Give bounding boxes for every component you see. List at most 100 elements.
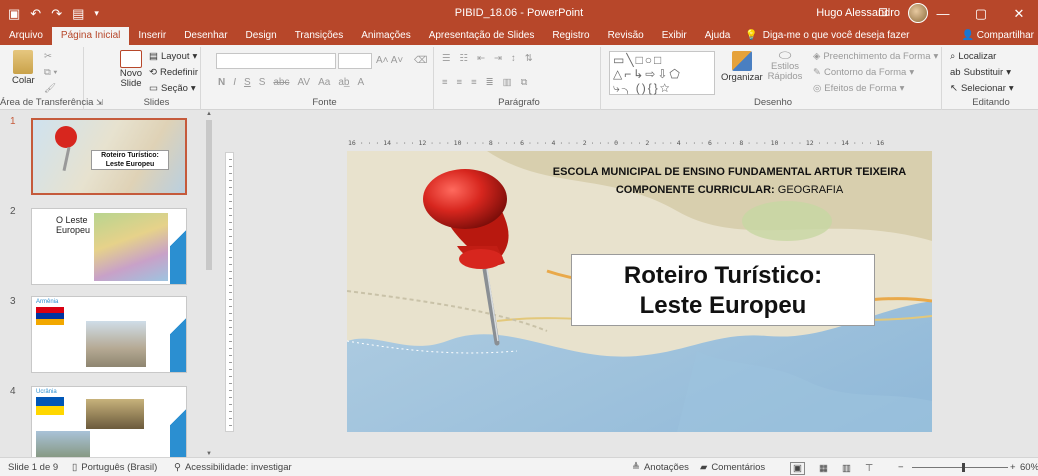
save-icon[interactable]: ▣ <box>8 7 20 20</box>
maximize-button[interactable]: ▢ <box>962 0 1000 27</box>
change-case-button[interactable]: Aa <box>318 77 330 88</box>
font-size-field[interactable] <box>338 53 372 69</box>
arrange-button[interactable]: Organizar <box>721 51 763 83</box>
section-button[interactable]: ▭ Seção ▾ <box>149 83 196 94</box>
main-slide-canvas[interactable]: ESCOLA MUNICIPAL DE ENSINO FUNDAMENTAL A… <box>347 151 932 432</box>
align-left-icon[interactable]: ≡ <box>442 77 448 88</box>
tab-inserir[interactable]: Inserir <box>129 27 175 45</box>
tab-registro[interactable]: Registro <box>543 27 598 45</box>
section-icon: ▭ <box>149 83 158 94</box>
tab-desenhar[interactable]: Desenhar <box>175 27 236 45</box>
zoom-out-icon[interactable]: − <box>898 462 904 473</box>
ribbon-display-options-icon[interactable]: ⊡ <box>878 5 888 19</box>
tab-revisao[interactable]: Revisão <box>599 27 653 45</box>
minimize-button[interactable]: — <box>924 0 962 27</box>
layout-button[interactable]: ▤ Layout ▾ <box>149 51 197 62</box>
undo-icon[interactable]: ↶ <box>30 7 41 20</box>
increase-indent-icon[interactable]: ⇥ <box>494 53 502 64</box>
line-spacing-icon[interactable]: ↕ <box>511 53 516 64</box>
scroll-up-icon[interactable]: ▲ <box>204 110 214 118</box>
bullets-icon[interactable]: ☰ <box>442 53 451 64</box>
reset-button[interactable]: ⟲ Redefinir <box>149 67 198 78</box>
accessibility-checker[interactable]: ⚲ Acessibilidade: investigar <box>174 462 292 473</box>
shape-outline-button[interactable]: ✎ Contorno da Forma ▾ <box>813 67 914 78</box>
slide-thumbnail-3[interactable]: Armênia <box>31 296 187 373</box>
zoom-slider[interactable] <box>912 467 1008 468</box>
char-spacing-button[interactable]: AV <box>297 77 310 88</box>
zoom-in-icon[interactable]: + <box>1010 462 1016 473</box>
paste-button[interactable]: Colar <box>12 50 35 86</box>
start-slideshow-icon[interactable]: ▤ <box>72 7 84 20</box>
tab-animacoes[interactable]: Animações <box>352 27 419 45</box>
replace-button[interactable]: ab Substituir ▾ <box>950 67 1011 78</box>
tab-exibir[interactable]: Exibir <box>653 27 696 45</box>
decrease-indent-icon[interactable]: ⇤ <box>477 53 485 64</box>
numbering-icon[interactable]: ☷ <box>460 53 469 64</box>
notes-button[interactable]: ≜ Anotações <box>632 462 689 473</box>
slideshow-view-icon[interactable]: ⊤ <box>865 463 873 474</box>
align-center-icon[interactable]: ≡ <box>457 77 463 88</box>
tell-me-box[interactable]: 💡 Diga-me o que você deseja fazer <box>745 27 909 45</box>
group-font: A˄ A˅ ⌫ N I S S abc AV Aa ab̲ A Fonte <box>216 47 434 110</box>
redo-icon[interactable]: ↷ <box>51 7 62 20</box>
normal-view-icon[interactable]: ▣ <box>790 462 805 475</box>
customize-qat-icon[interactable]: ▾ <box>94 9 99 18</box>
status-bar: Slide 1 de 9 ▯ Português (Brasil) ⚲ Aces… <box>0 457 1038 476</box>
select-button[interactable]: ↖ Selecionar ▾ <box>950 83 1014 94</box>
find-button[interactable]: ⌕ Localizar <box>950 51 996 62</box>
tab-ajuda[interactable]: Ajuda <box>696 27 740 45</box>
ukraine-flag <box>36 397 64 415</box>
font-color-button[interactable]: A <box>357 77 364 88</box>
slide-sorter-icon[interactable]: ▦ <box>819 463 828 474</box>
language-indicator[interactable]: ▯ Português (Brasil) <box>72 462 157 473</box>
comments-button[interactable]: ▰ Comentários <box>700 462 765 473</box>
slide-thumbnail-1[interactable]: Roteiro Turístico: Leste Europeu <box>31 118 187 195</box>
align-right-icon[interactable]: ≡ <box>471 77 477 88</box>
tab-arquivo[interactable]: Arquivo <box>0 27 52 45</box>
close-button[interactable]: ✕ <box>1000 0 1038 27</box>
curricular-component: COMPONENTE CURRICULAR: GEOGRAFIA <box>527 184 932 196</box>
clear-format-icon[interactable]: ⌫ <box>414 55 427 66</box>
grow-font-icon[interactable]: A˄ A˅ <box>376 55 403 66</box>
justify-icon[interactable]: ≣ <box>486 77 494 88</box>
thumb-title: Ucrânia <box>36 389 57 395</box>
launcher-icon[interactable]: ⇲ <box>96 98 103 107</box>
highlight-icon[interactable]: ab̲ <box>338 77 349 88</box>
format-painter-icon[interactable]: 🖌 <box>44 83 56 94</box>
reading-view-icon[interactable]: ▥ <box>842 463 851 474</box>
shape-fill-button[interactable]: ◈ Preenchimento da Forma ▾ <box>813 51 938 62</box>
slide-thumbnail-2[interactable]: O Leste Europeu <box>31 208 187 285</box>
underline-button[interactable]: S <box>244 77 251 88</box>
strikethrough-button[interactable]: abc <box>273 77 289 88</box>
thumbnail-scrollbar[interactable]: ▲ ▼ <box>204 110 214 460</box>
slide-thumbnail-4[interactable]: Ucrânia <box>31 386 187 457</box>
bold-button[interactable]: N <box>218 77 225 88</box>
columns-icon[interactable]: ▥ <box>503 77 512 88</box>
shape-effects-button[interactable]: ◎ Efeitos de Forma ▾ <box>813 83 904 94</box>
slide-title-box[interactable]: Roteiro Turístico: Leste Europeu <box>571 254 875 326</box>
text-direction-icon[interactable]: ⇅ <box>525 53 533 64</box>
thumb-title: O Leste Europeu <box>56 215 91 235</box>
spelling-icon: ▯ <box>72 462 78 473</box>
share-button[interactable]: 👤 Compartilhar <box>962 27 1034 45</box>
shadow-button[interactable]: S <box>259 77 266 88</box>
scrollbar-thumb[interactable] <box>206 120 212 270</box>
group-label-slides: Slides <box>143 97 170 108</box>
user-account[interactable]: Hugo Alessandro <box>816 3 928 23</box>
zoom-slider-thumb[interactable] <box>962 463 965 472</box>
zoom-level[interactable]: 60% <box>1020 462 1038 473</box>
new-slide-button[interactable]: Novo Slide <box>117 50 145 89</box>
title-bar: ▣ ↶ ↷ ▤ ▾ PIBID_18.06 - PowerPoint Hugo … <box>0 0 1038 27</box>
tab-design[interactable]: Design <box>237 27 286 45</box>
copy-icon[interactable]: ⧉ ▾ <box>44 67 57 78</box>
font-name-field[interactable] <box>216 53 336 69</box>
cut-icon[interactable]: ✂ <box>44 51 52 62</box>
smartart-icon[interactable]: ⧉ <box>521 77 528 88</box>
tab-pagina-inicial[interactable]: Página Inicial <box>51 27 130 45</box>
tab-apresentacao[interactable]: Apresentação de Slides <box>420 27 544 45</box>
tab-transicoes[interactable]: Transições <box>286 27 353 45</box>
accessibility-icon: ⚲ <box>174 462 181 473</box>
shapes-gallery[interactable]: ▭╲□○□ △⌐↳⇨⇩⬠ ⤷╮(){}☆ <box>609 51 715 95</box>
italic-button[interactable]: I <box>233 77 236 88</box>
quick-styles-button[interactable]: ⬭ Estilos Rápidos <box>765 48 805 82</box>
